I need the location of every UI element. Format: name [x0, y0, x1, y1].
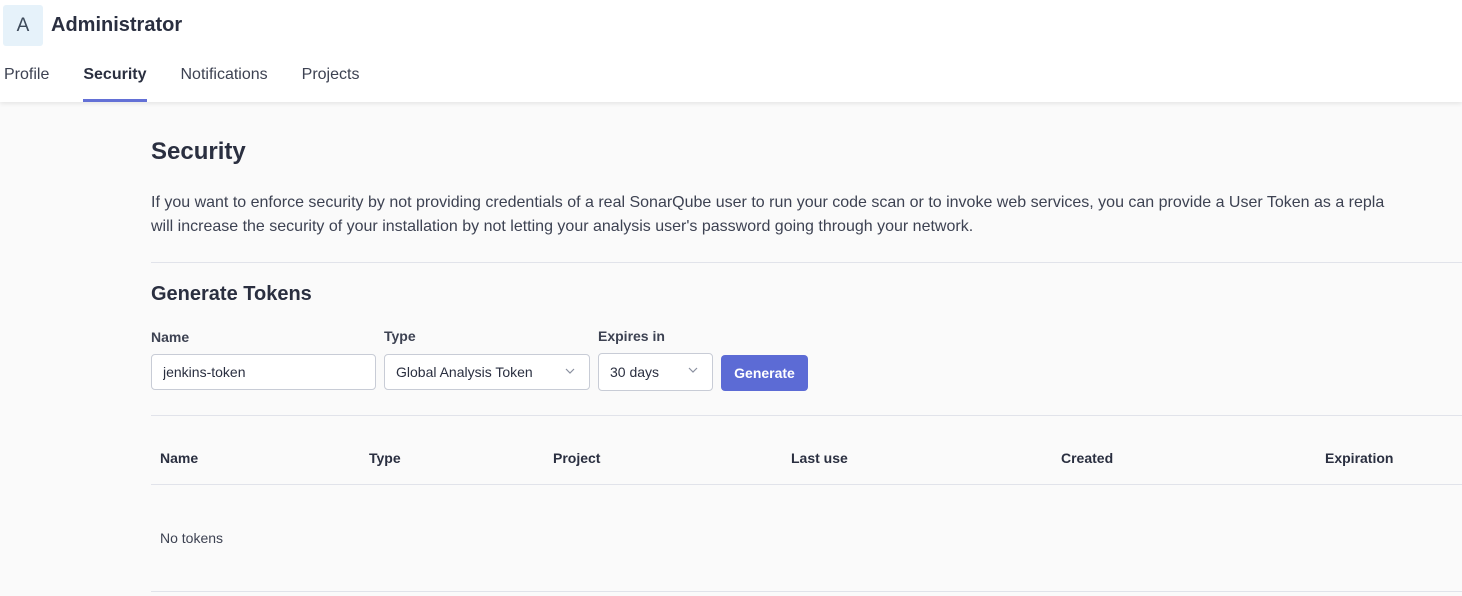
- token-name-input[interactable]: [151, 354, 376, 390]
- token-type-value: Global Analysis Token: [396, 364, 533, 380]
- security-description: If you want to enforce security by not p…: [151, 191, 1462, 239]
- table-bottom-divider: [151, 591, 1462, 592]
- main-content: Security If you want to enforce security…: [151, 102, 1462, 596]
- token-type-label: Type: [384, 328, 416, 344]
- empty-state-text: No tokens: [160, 530, 224, 546]
- account-tabs: Profile Security Notifications Projects: [4, 62, 393, 102]
- account-header: A Administrator Profile Security Notific…: [0, 0, 1462, 102]
- description-line-2: will increase the security of your insta…: [151, 218, 974, 235]
- tab-security[interactable]: Security: [83, 62, 147, 102]
- expires-value: 30 days: [610, 364, 660, 380]
- user-info: A Administrator: [3, 5, 182, 46]
- generate-tokens-title: Generate Tokens: [151, 283, 312, 305]
- tab-profile[interactable]: Profile: [4, 62, 49, 102]
- column-header-last-use: Last use: [791, 450, 848, 466]
- token-name-label: Name: [151, 329, 190, 345]
- generate-button[interactable]: Generate: [721, 355, 808, 391]
- tab-notifications[interactable]: Notifications: [181, 62, 268, 102]
- divider: [151, 262, 1462, 263]
- user-name: Administrator: [51, 14, 183, 36]
- token-type-select[interactable]: Global Analysis Token: [384, 354, 590, 390]
- page-title: Security: [151, 138, 246, 165]
- chevron-down-icon: [565, 368, 575, 374]
- column-header-type: Type: [369, 450, 401, 466]
- chevron-down-icon: [688, 367, 698, 373]
- description-line-1: If you want to enforce security by not p…: [151, 194, 1385, 211]
- column-header-created: Created: [1061, 450, 1114, 466]
- column-header-expiration: Expiration: [1325, 450, 1394, 466]
- expires-label: Expires in: [598, 328, 665, 344]
- column-header-name: Name: [160, 450, 199, 466]
- divider: [151, 415, 1462, 416]
- avatar: A: [3, 5, 43, 46]
- table-header-divider: [151, 484, 1462, 485]
- tab-projects[interactable]: Projects: [302, 62, 360, 102]
- column-header-project: Project: [553, 450, 601, 466]
- expires-select[interactable]: 30 days: [598, 353, 713, 391]
